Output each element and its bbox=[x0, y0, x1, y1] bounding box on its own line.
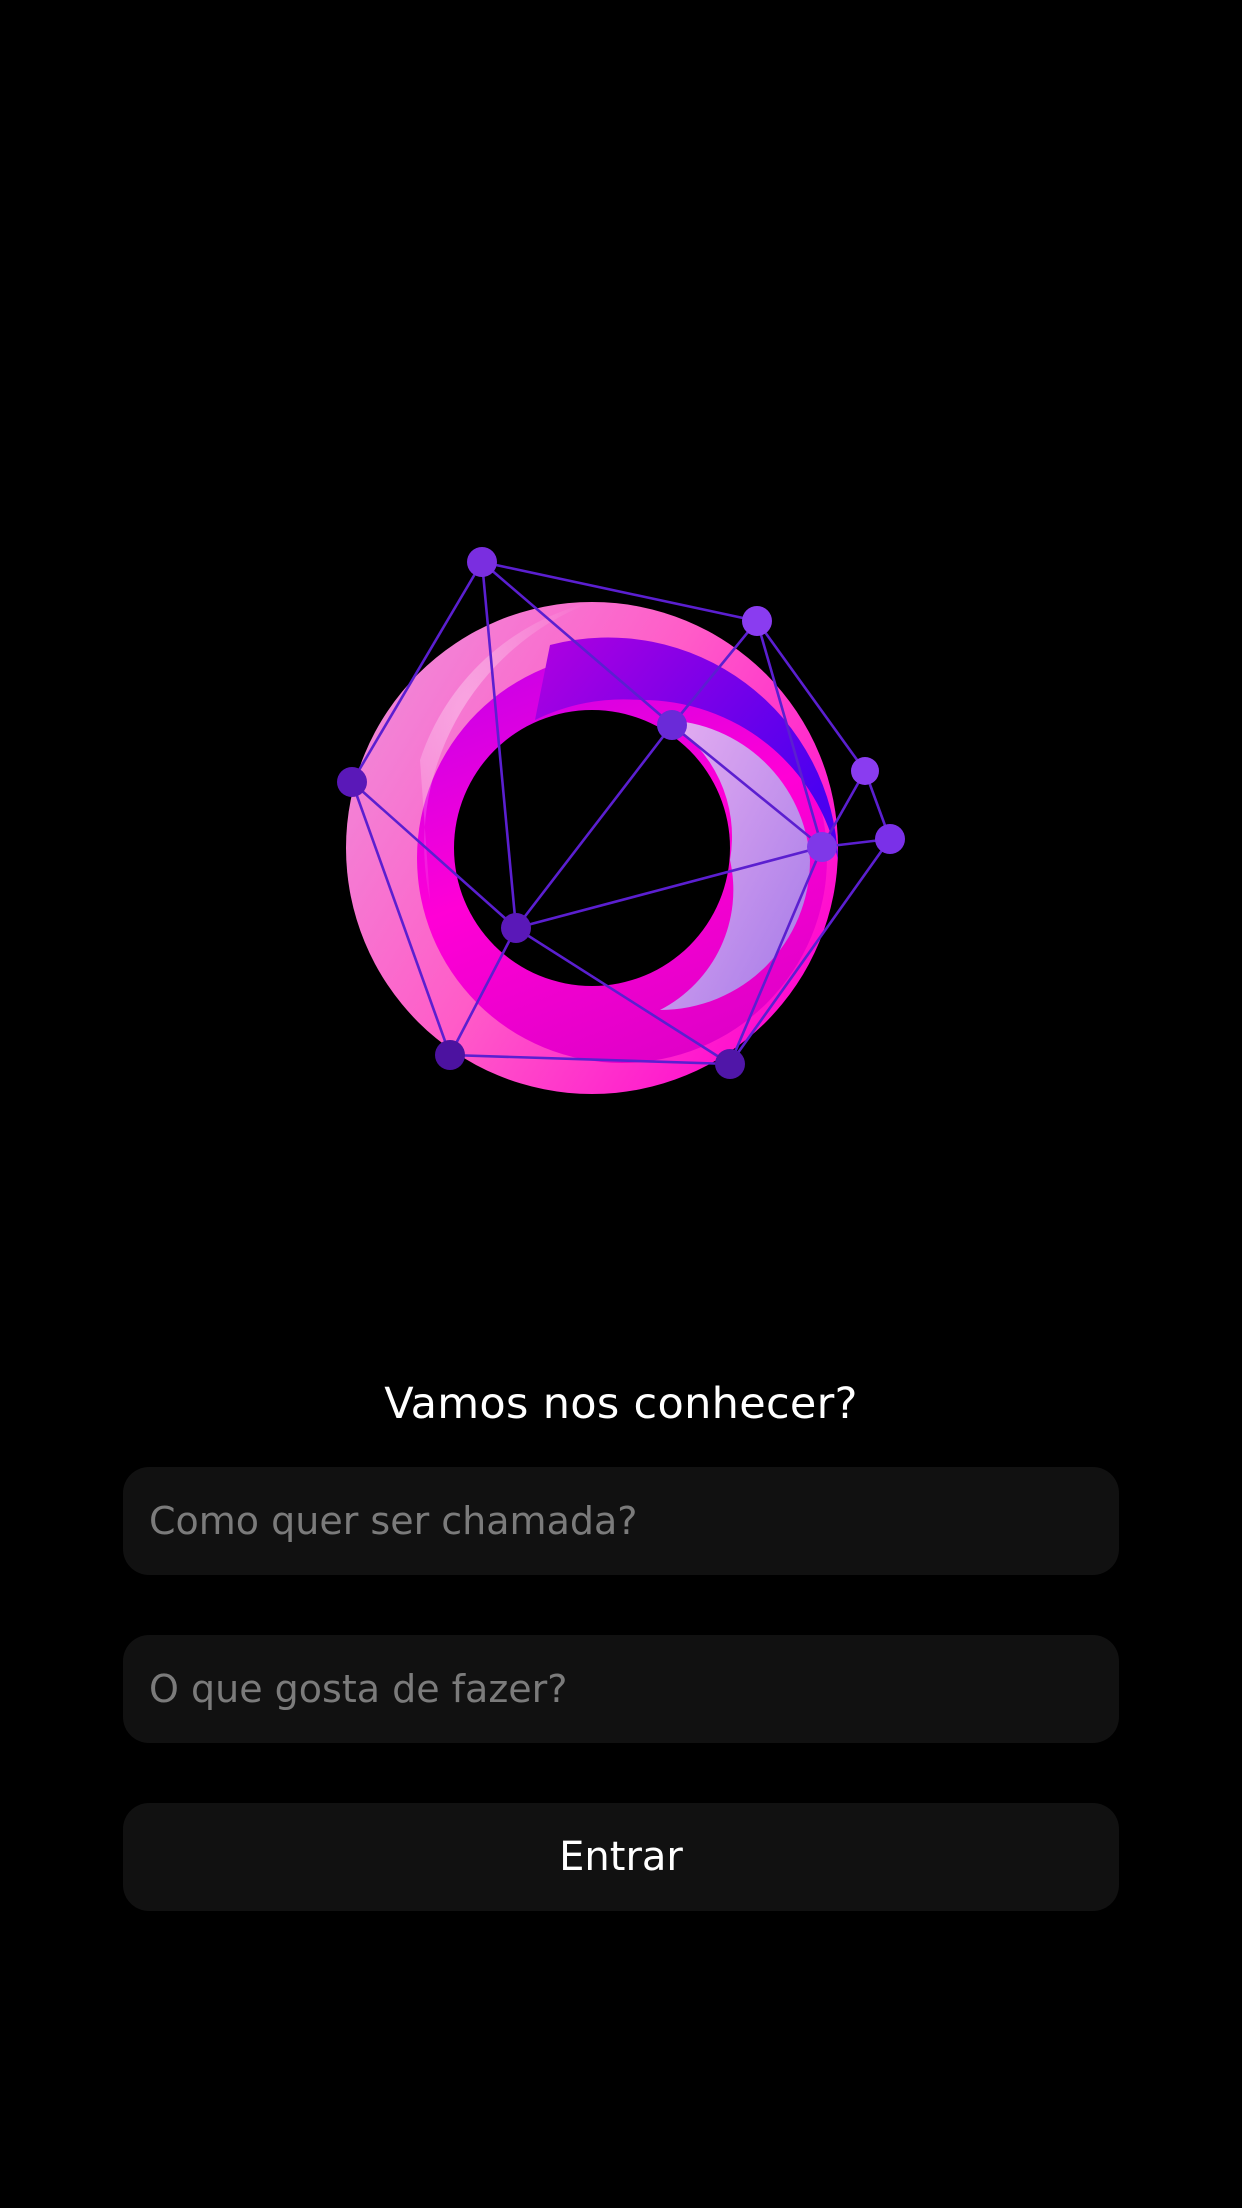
name-input[interactable] bbox=[149, 1467, 1093, 1575]
enter-button[interactable]: Entrar bbox=[123, 1803, 1119, 1911]
page-title: Vamos nos conhecer? bbox=[384, 1379, 858, 1429]
hobby-input[interactable] bbox=[149, 1635, 1093, 1743]
login-screen: Vamos nos conhecer? Entrar bbox=[0, 0, 1242, 2208]
hobby-field[interactable] bbox=[123, 1635, 1119, 1743]
name-field[interactable] bbox=[123, 1467, 1119, 1575]
network-ring-logo-icon bbox=[337, 547, 905, 1094]
